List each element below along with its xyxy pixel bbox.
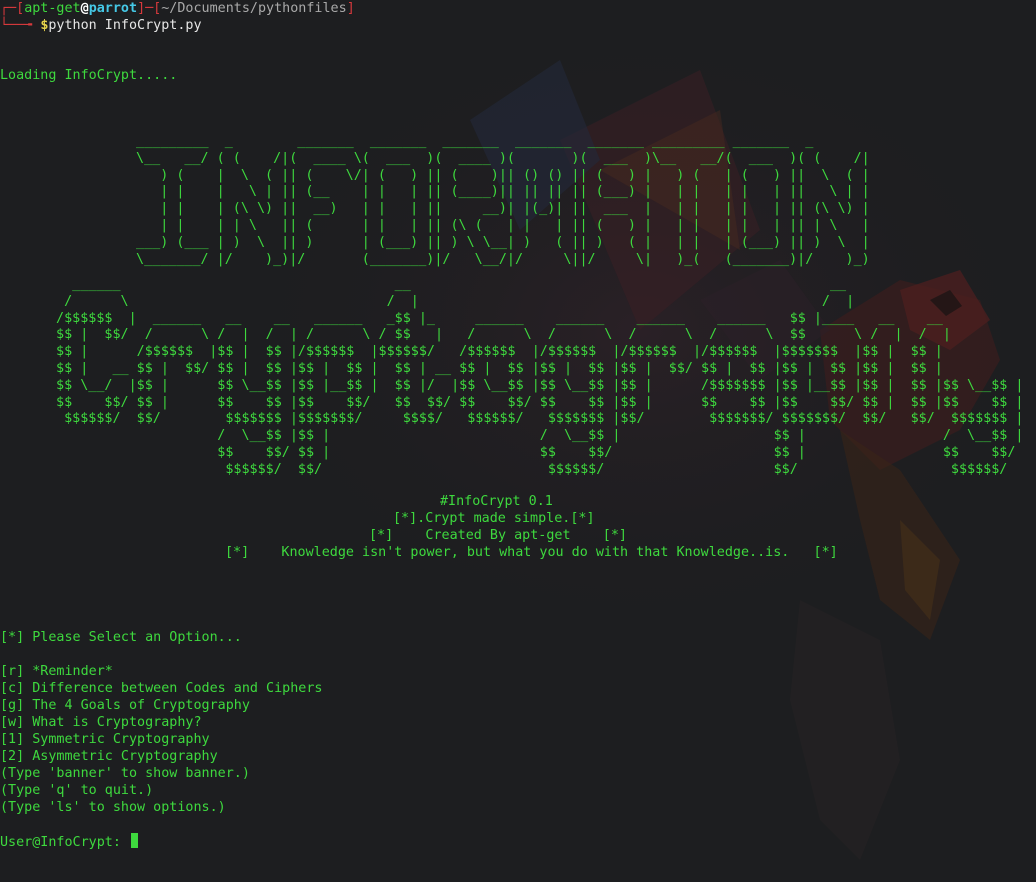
input-line[interactable]: User@InfoCrypt: <box>0 833 138 850</box>
terminal-window[interactable]: ┌─[apt-get@parrot]─[~/Documents/pythonfi… <box>0 0 1036 882</box>
menu-option-reminder: [r] *Reminder* <box>0 664 113 679</box>
menu-option-what-is: [w] What is Cryptography? <box>0 715 202 730</box>
menu-hint-quit: (Type 'q' to quit.) <box>0 783 154 798</box>
banner-version: #InfoCrypt 0.1 <box>440 494 553 509</box>
loading-text: Loading InfoCrypt..... <box>0 68 178 83</box>
ascii-art-cryptography: ______ __ __ / \ / | / | /$$$$$$ | _____… <box>56 277 1024 477</box>
prompt-path: ~/Documents/pythonfiles <box>161 1 347 16</box>
menu-hint-banner: (Type 'banner' to show banner.) <box>0 766 250 781</box>
prompt-line: ┌─[apt-get@parrot]─[~/Documents/pythonfi… <box>0 1 355 16</box>
menu-option-goals: [g] The 4 Goals of Cryptography <box>0 698 250 713</box>
banner-author: [*] Created By apt-get [*] <box>369 528 627 543</box>
command-line: └──╼ $python InfoCrypt.py <box>0 18 202 33</box>
prompt-user: apt-get <box>24 1 81 16</box>
prompt-host: parrot <box>88 1 138 16</box>
command-text: python InfoCrypt.py <box>48 18 202 33</box>
prompt-at: @ <box>80 1 89 16</box>
ascii-art-information: _________ _ _______ _______ _______ ____… <box>136 134 870 267</box>
cursor-block[interactable] <box>131 833 138 848</box>
menu-option-symmetric: [1] Symmetric Cryptography <box>0 732 210 747</box>
menu-option-codes-ciphers: [c] Difference between Codes and Ciphers <box>0 681 323 696</box>
input-prompt: User@InfoCrypt: <box>0 835 129 850</box>
menu-hint-ls: (Type 'ls' to show options.) <box>0 800 226 815</box>
menu-option-asymmetric: [2] Asymmetric Cryptography <box>0 749 218 764</box>
select-prompt: [*] Please Select an Option... <box>0 630 242 645</box>
banner-tagline: [*].Crypt made simple.[*] <box>393 511 595 526</box>
banner-quote: [*] Knowledge isn't power, but what you … <box>225 545 838 560</box>
